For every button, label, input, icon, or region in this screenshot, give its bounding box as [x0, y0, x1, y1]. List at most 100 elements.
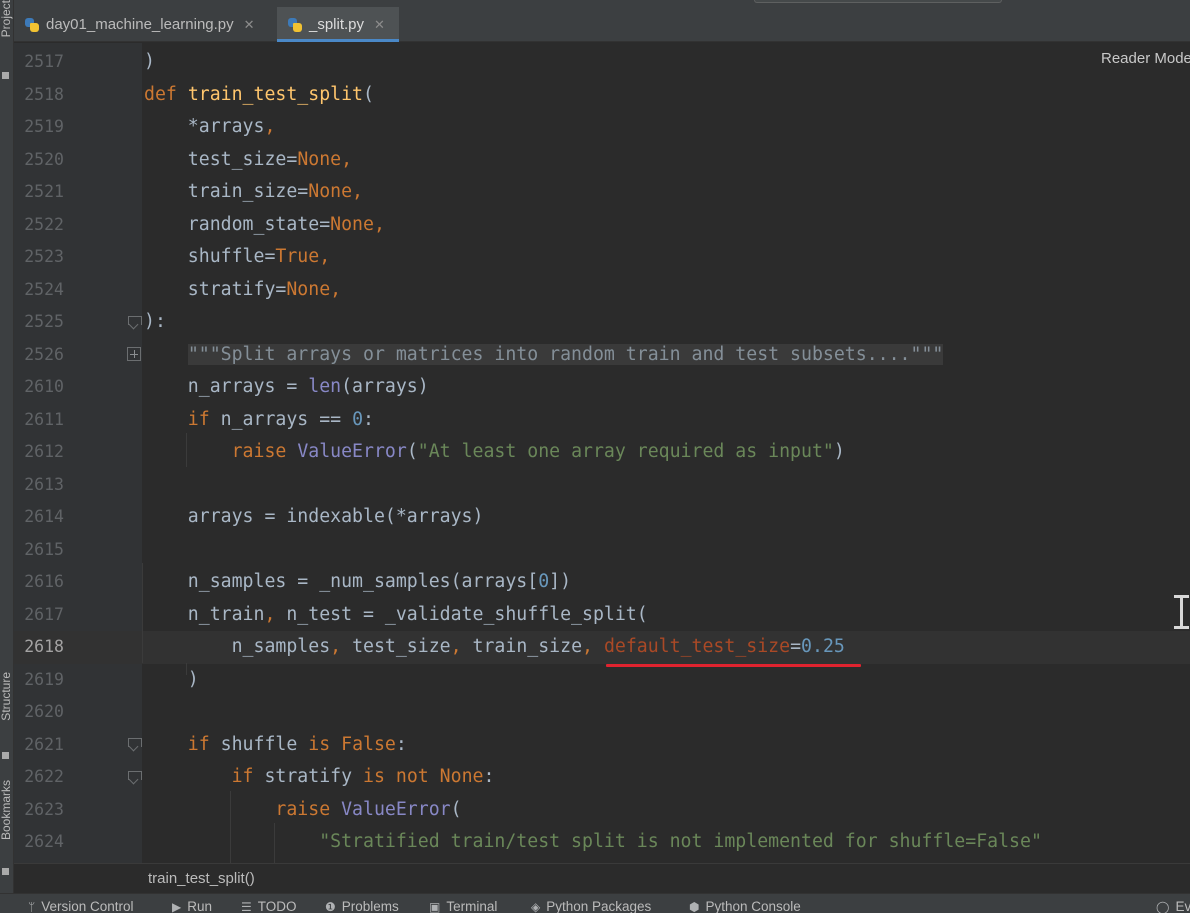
code-line[interactable]: shuffle=True, [142, 241, 1190, 274]
python-console-button[interactable]: ⬢ Python Console [689, 899, 801, 913]
code-area[interactable]: ) def train_test_split( *arrays, test_siz… [142, 43, 1190, 863]
code-line-text: n_samples = _num_samples(arrays[0]) [144, 566, 571, 599]
code-line[interactable]: n_arrays = len(arrays) [142, 371, 1190, 404]
code-line[interactable]: arrays = indexable(*arrays) [142, 501, 1190, 534]
bottom-tool-bar: ᛘ Version Control ▶ Run ☰ TODO ❶ Problems ▣ T… [0, 893, 1190, 913]
code-line[interactable]: raise ValueError( [142, 794, 1190, 827]
line-number[interactable]: 2620 [14, 696, 64, 729]
line-number[interactable]: 2616 [14, 566, 64, 599]
line-number[interactable]: 2618 [14, 631, 64, 664]
expand-fold-icon[interactable] [127, 347, 141, 361]
code-line[interactable] [142, 469, 1190, 502]
code-token: is not None [363, 766, 484, 787]
code-token: """Split arrays or matrices into random … [187, 343, 944, 365]
line-number[interactable]: 2610 [14, 371, 64, 404]
line-number[interactable]: 2623 [14, 794, 64, 827]
code-line-text: arrays = indexable(*arrays) [144, 501, 484, 534]
code-line[interactable]: test_size=None, [142, 144, 1190, 177]
breadcrumb-item[interactable]: train_test_split() [148, 870, 255, 887]
code-token: ) [833, 441, 845, 462]
line-number[interactable]: 2523 [14, 241, 64, 274]
terminal-button[interactable]: ▣ Terminal [429, 899, 497, 913]
code-line-text: "Stratified train/test split is not impl… [144, 826, 1042, 859]
code-token: = [790, 636, 802, 657]
python-file-icon [287, 17, 303, 33]
current-code-line[interactable]: n_samples, test_size, train_size, defaul… [142, 631, 1190, 664]
fold-marker-icon[interactable] [127, 737, 142, 751]
alert-icon: ❶ [325, 899, 336, 913]
tab-split-py[interactable]: _split.py ✕ [277, 7, 399, 42]
line-number[interactable]: 2518 [14, 79, 64, 112]
code-line[interactable]: def train_test_split( [142, 79, 1190, 112]
problems-button[interactable]: ❶ Problems [325, 899, 399, 913]
code-token: *arrays [144, 116, 265, 137]
code-line[interactable]: n_train, n_test = _validate_shuffle_spli… [142, 599, 1190, 632]
bookmarks-tool-button[interactable]: Bookmarks [0, 780, 13, 840]
code-line[interactable]: ) [142, 664, 1190, 697]
code-editor[interactable]: 2517 2518 2519 2520 2521 2522 2523 2524 2525 2526… [14, 43, 1190, 863]
code-token: : [395, 733, 407, 755]
version-control-button[interactable]: ᛘ Version Control [28, 899, 134, 913]
code-line[interactable] [142, 534, 1190, 567]
code-token: stratify= [144, 278, 287, 300]
line-number[interactable]: 2614 [14, 501, 64, 534]
line-number[interactable]: 2526 [14, 339, 64, 372]
code-line[interactable]: ) [142, 46, 1190, 79]
line-number[interactable]: 2522 [14, 209, 64, 242]
terminal-icon: ▣ [429, 899, 441, 913]
line-number[interactable]: 2613 [14, 469, 64, 502]
code-line-text: ) [144, 46, 155, 79]
code-line[interactable]: ): [142, 306, 1190, 339]
fold-marker-icon[interactable] [127, 770, 142, 784]
line-number[interactable]: 2517 [14, 46, 64, 79]
close-icon[interactable]: ✕ [244, 17, 255, 33]
code-line[interactable]: random_state=None, [142, 209, 1190, 242]
code-line[interactable]: if stratify is not None: [142, 761, 1190, 794]
code-line[interactable]: raise ValueError("At least one array req… [142, 436, 1190, 469]
code-line-text: n_samples, test_size, train_size, defaul… [144, 631, 845, 664]
fold-marker-icon[interactable] [127, 315, 142, 329]
code-line[interactable] [142, 696, 1190, 729]
code-line[interactable]: if n_arrays == 0: [142, 404, 1190, 437]
tab-day01-machine-learning[interactable]: day01_machine_learning.py ✕ [14, 7, 276, 42]
code-line[interactable]: n_samples = _num_samples(arrays[0]) [142, 566, 1190, 599]
line-number-gutter[interactable]: 2517 2518 2519 2520 2521 2522 2523 2524 2525 2526… [14, 43, 142, 863]
reader-mode-button[interactable]: Reader Mode [1101, 50, 1190, 67]
code-token: 0 [352, 408, 364, 430]
project-tool-button[interactable]: Project [0, 0, 13, 37]
code-line[interactable]: if shuffle is False: [142, 729, 1190, 762]
todo-button[interactable]: ☰ TODO [241, 899, 297, 913]
branch-icon: ᛘ [28, 899, 36, 913]
code-token: arrays = indexable(*arrays) [144, 506, 484, 527]
code-line[interactable]: "Stratified train/test split is not impl… [142, 826, 1190, 859]
code-line[interactable]: *arrays, [142, 111, 1190, 144]
line-number[interactable]: 2612 [14, 436, 64, 469]
annotation-underline [606, 664, 861, 667]
line-number[interactable]: 2617 [14, 599, 64, 632]
line-number[interactable]: 2615 [14, 534, 64, 567]
line-number[interactable]: 2519 [14, 111, 64, 144]
close-icon[interactable]: ✕ [374, 17, 385, 33]
packages-icon: ◈ [531, 899, 541, 913]
line-number[interactable]: 2521 [14, 176, 64, 209]
line-number[interactable]: 2520 [14, 144, 64, 177]
line-number[interactable]: 2525 [14, 306, 64, 339]
line-number[interactable]: 2619 [14, 664, 64, 697]
python-packages-button[interactable]: ◈ Python Packages [531, 899, 651, 913]
run-button[interactable]: ▶ Run [172, 899, 212, 913]
structure-tool-button[interactable]: Structure [0, 672, 13, 721]
line-number[interactable]: 2611 [14, 404, 64, 437]
code-token: , [582, 636, 604, 657]
event-log-button[interactable]: ◯ Ev [1156, 899, 1190, 913]
line-number[interactable]: 2621 [14, 729, 64, 762]
line-number[interactable]: 2524 [14, 274, 64, 307]
code-line[interactable]: train_size=None, [142, 176, 1190, 209]
code-line[interactable]: stratify=None, [142, 274, 1190, 307]
code-token: ) [144, 51, 155, 72]
search-field-edge[interactable] [754, 0, 1002, 3]
line-number[interactable]: 2624 [14, 826, 64, 859]
code-token: , [264, 116, 276, 137]
code-line[interactable]: """Split arrays or matrices into random … [142, 339, 1190, 372]
ide-window: Project Structure Bookmarks day01_machin… [0, 0, 1190, 913]
line-number[interactable]: 2622 [14, 761, 64, 794]
